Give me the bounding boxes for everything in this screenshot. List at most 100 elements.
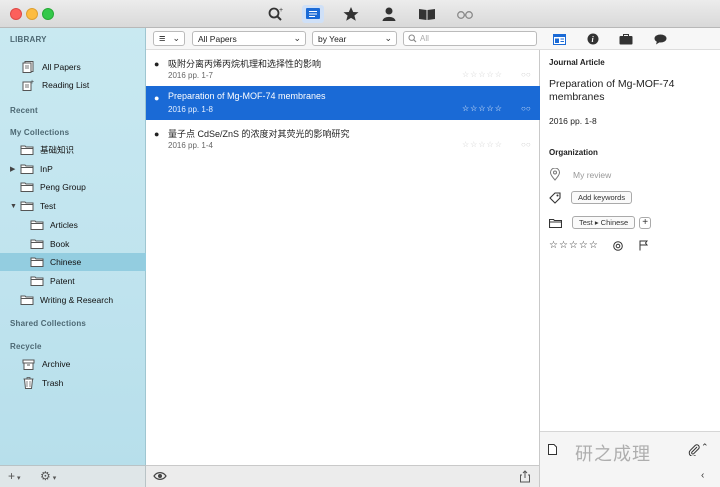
paper-row-title: Preparation of Mg-MOF-74 membranes	[168, 91, 326, 101]
disclosure-open-icon[interactable]: ▼	[10, 203, 18, 210]
menu-icon: ≡	[159, 32, 166, 45]
search-placeholder: All	[420, 34, 429, 43]
sort-select[interactable]: by Year ⌄	[312, 31, 397, 46]
bullet-icon: ●	[154, 93, 160, 103]
folder-icon	[30, 239, 44, 249]
close-window-button[interactable]	[10, 8, 22, 20]
svg-text:+: +	[279, 7, 283, 14]
sidebar-item-all-papers[interactable]: All Papers	[0, 58, 146, 76]
sidebar-item-label: Test	[40, 201, 56, 212]
person-icon[interactable]	[378, 5, 400, 23]
paper-row-meta: 2016 pp. 1-4	[168, 141, 213, 150]
glasses-icon[interactable]: ○○	[521, 104, 531, 113]
sidebar-item-collection[interactable]: Patent	[0, 272, 146, 290]
search-plus-icon[interactable]: +	[265, 5, 287, 23]
folder-icon	[20, 295, 34, 305]
sidebar-item-label: Reading List	[42, 80, 90, 90]
trash-icon	[23, 377, 34, 389]
paper-row[interactable]: ● 量子点 CdSe/ZnS 的浓度对其荧光的影响研究 2016 pp. 1-4 ☆☆…	[146, 122, 540, 156]
target-icon[interactable]	[613, 240, 623, 251]
rating-stars[interactable]: ☆☆☆☆☆	[462, 104, 503, 113]
list-options-button[interactable]: ≡ ⌄	[153, 31, 185, 46]
book-icon[interactable]	[416, 5, 438, 23]
svg-text:+: +	[30, 79, 34, 86]
sidebar-item-label: Peng Group	[40, 182, 86, 193]
document-icon[interactable]	[548, 444, 557, 455]
glasses-icon[interactable]: ○○	[521, 70, 531, 79]
watermark: 研之成理	[575, 440, 651, 466]
rating-row: ☆☆☆☆☆	[549, 240, 648, 251]
chevron-up-icon[interactable]: ⌃	[701, 442, 709, 453]
glasses-icon[interactable]	[454, 5, 476, 23]
files-icon-tab[interactable]	[618, 31, 634, 47]
paper-row-meta: 2016 pp. 1-8	[168, 105, 213, 114]
library-header: LIBRARY	[10, 35, 47, 44]
add-collection-tag-button[interactable]: +	[639, 216, 652, 229]
info-icon-tab[interactable]	[551, 31, 567, 47]
add-collection-button[interactable]: + ▾	[8, 469, 20, 483]
sidebar-item-collection[interactable]: Chinese	[0, 253, 146, 272]
sidebar-item-reading-list[interactable]: + Reading List	[0, 76, 146, 94]
folder-icon	[30, 220, 44, 230]
sidebar-item-collection[interactable]: 基础知识	[0, 141, 146, 159]
sidebar: LIBRARY All Papers + Reading List Recent…	[0, 28, 146, 465]
folder-icon	[20, 164, 34, 174]
collections-row: Test ▸ Chinese +	[549, 216, 652, 229]
folder-icon	[30, 276, 44, 286]
gear-menu-button[interactable]: ⚙ ▾	[40, 469, 56, 483]
sidebar-item-label: Articles	[50, 219, 78, 230]
paper-type-label: Journal Article	[549, 58, 605, 67]
paper-title[interactable]: Preparation of Mg-MOF-74 membranes	[549, 78, 709, 104]
sidebar-item-label: InP	[40, 163, 53, 174]
plus-icon: +	[8, 469, 16, 483]
folder-icon	[549, 218, 562, 228]
sidebar-item-trash[interactable]: Trash	[0, 374, 146, 392]
review-row[interactable]: My review	[549, 168, 611, 181]
sidebar-item-collection[interactable]: Articles	[0, 216, 146, 234]
watermark-text: 研之成理	[575, 444, 651, 465]
filter-bar: ≡ ⌄ All Papers ⌄ by Year ⌄ All	[146, 28, 540, 50]
paper-type-select[interactable]: All Papers ⌄	[192, 31, 306, 46]
sidebar-item-collection[interactable]: Peng Group	[0, 178, 146, 196]
sidebar-item-collection[interactable]: Writing & Research	[0, 291, 146, 309]
sidebar-item-label: Chinese	[50, 257, 82, 268]
zoom-window-button[interactable]	[42, 8, 54, 20]
collection-tag[interactable]: Test ▸ Chinese	[572, 216, 636, 229]
list-bottom-bar	[146, 465, 540, 487]
details-icon-tab[interactable]: i	[585, 31, 601, 47]
sidebar-item-label: Book	[50, 238, 70, 249]
sidebar-bottom-bar: + ▾ ⚙ ▾	[0, 465, 146, 487]
glasses-icon[interactable]: ○○	[521, 140, 531, 149]
sidebar-item-label: Trash	[42, 378, 64, 388]
search-input[interactable]: All	[403, 31, 537, 46]
share-icon[interactable]	[519, 470, 531, 483]
minimize-window-button[interactable]	[26, 8, 38, 20]
folder-icon	[30, 257, 44, 268]
rating-stars[interactable]: ☆☆☆☆☆	[462, 140, 503, 149]
notes-icon-tab[interactable]	[652, 31, 668, 47]
review-placeholder: My review	[573, 169, 612, 180]
attachment-icon[interactable]	[688, 444, 700, 456]
eye-icon[interactable]	[153, 471, 167, 481]
keywords-row: Add keywords	[549, 191, 633, 204]
star-icon[interactable]	[340, 5, 362, 23]
rating-stars[interactable]: ☆☆☆☆☆	[462, 70, 503, 79]
add-keywords-button[interactable]: Add keywords	[571, 191, 633, 204]
flag-icon[interactable]	[639, 240, 648, 251]
my-collections-header: My Collections	[10, 128, 70, 137]
paper-row[interactable]: ● Preparation of Mg-MOF-74 membranes 2016 …	[146, 86, 540, 120]
search-icon	[408, 34, 417, 43]
sidebar-item-archive[interactable]: Archive	[0, 355, 146, 373]
sidebar-item-collection[interactable]: Book	[0, 235, 146, 253]
sidebar-item-collection[interactable]: ▼ Test	[0, 197, 146, 215]
recycle-header: Recycle	[10, 342, 42, 351]
folder-icon	[20, 145, 34, 155]
sidebar-item-collection[interactable]: ▶ InP	[0, 160, 146, 178]
list-view-icon[interactable]	[302, 5, 324, 23]
sort-value: by Year	[318, 33, 347, 44]
gear-icon: ⚙	[40, 469, 51, 483]
paper-row[interactable]: ● 吸附分离丙烯丙烷机理和选择性的影响 2016 pp. 1-7 ☆☆☆☆☆ ○○	[146, 52, 540, 86]
rating-stars[interactable]: ☆☆☆☆☆	[549, 240, 599, 251]
collapse-arrow-icon[interactable]: ‹	[701, 470, 704, 481]
disclosure-closed-icon[interactable]: ▶	[10, 165, 18, 173]
